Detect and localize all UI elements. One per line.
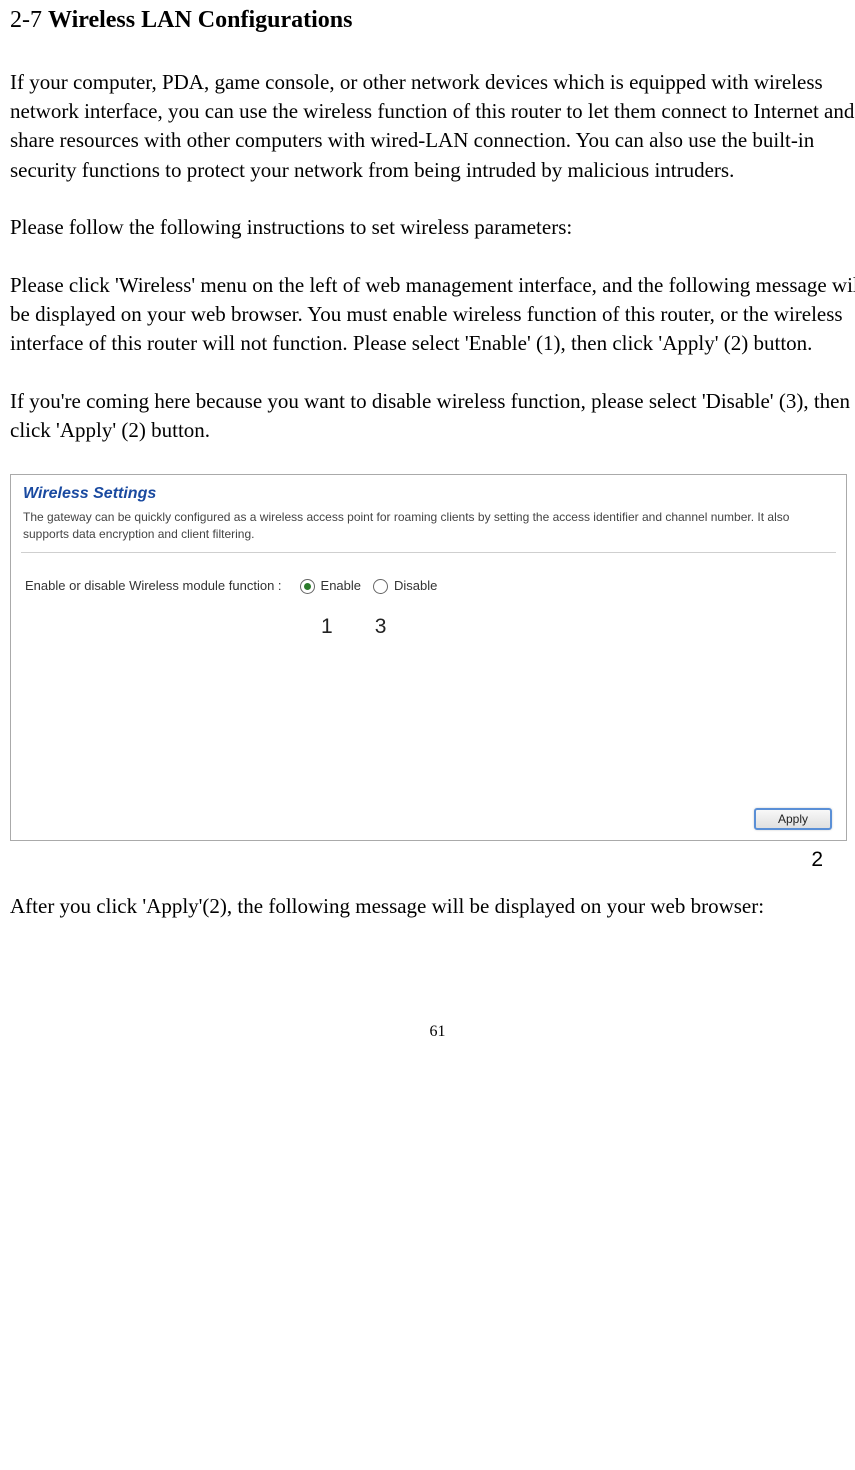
body-paragraph: If you're coming here because you want t…: [10, 387, 855, 446]
apply-button[interactable]: Apply: [754, 808, 832, 830]
annotation-3: 3: [375, 612, 387, 641]
wireless-settings-screenshot: Wireless Settings The gateway can be qui…: [10, 474, 847, 841]
heading-title: Wireless LAN Configurations: [48, 7, 352, 33]
disable-radio-label: Disable: [394, 577, 437, 595]
section-heading: 2-7 Wireless LAN Configurations: [10, 4, 855, 38]
annotation-1: 1: [321, 612, 333, 641]
enable-radio-group[interactable]: Enable: [300, 577, 373, 595]
body-paragraph: If your computer, PDA, game console, or …: [10, 68, 855, 186]
disable-radio[interactable]: [373, 579, 388, 594]
heading-prefix: 2-7: [10, 7, 48, 33]
body-paragraph: Please follow the following instructions…: [10, 213, 855, 242]
annotation-row: 1 3: [11, 612, 846, 641]
wireless-module-form-row: Enable or disable Wireless module functi…: [11, 553, 846, 603]
body-paragraph: After you click 'Apply'(2), the followin…: [10, 892, 855, 921]
body-paragraph: Please click 'Wireless' menu on the left…: [10, 271, 855, 359]
enable-radio-label: Enable: [321, 577, 361, 595]
wireless-module-label: Enable or disable Wireless module functi…: [25, 577, 282, 595]
disable-radio-group[interactable]: Disable: [373, 577, 449, 595]
wireless-settings-description: The gateway can be quickly configured as…: [11, 509, 846, 549]
wireless-settings-title: Wireless Settings: [11, 475, 846, 509]
enable-radio[interactable]: [300, 579, 315, 594]
page-number: 61: [10, 1021, 855, 1043]
annotation-2: 2: [10, 845, 855, 874]
